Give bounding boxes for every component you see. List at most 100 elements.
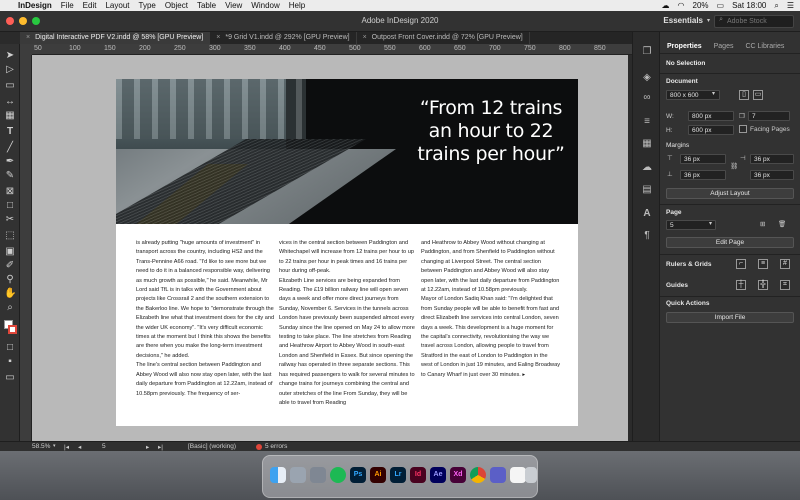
free-transform-tool-icon[interactable]: ⬚ (4, 230, 16, 242)
gap-tool-icon[interactable]: ↔ (4, 96, 16, 108)
selection-tool-icon[interactable]: ➤ (4, 50, 16, 62)
formatting-container-icon[interactable]: □ (4, 342, 16, 354)
text-column-2[interactable]: vices in the central section between Pad… (279, 239, 418, 408)
first-page-icon[interactable]: |◂ (64, 443, 69, 451)
tab-cc-libraries[interactable]: CC Libraries (738, 40, 789, 53)
menu-object[interactable]: Object (165, 1, 188, 10)
page-number-field[interactable]: 5 (102, 443, 106, 450)
photoshop-icon[interactable]: Ps (350, 467, 366, 483)
workspace-switcher[interactable]: Essentials (663, 16, 703, 25)
chrome-icon[interactable] (470, 467, 486, 483)
apply-color-icon[interactable]: ▪ (4, 356, 16, 368)
chevron-down-icon[interactable]: ▾ (709, 220, 712, 227)
tab-pages[interactable]: Pages (707, 40, 739, 53)
tab-properties[interactable]: Properties (660, 40, 707, 53)
import-file-button[interactable]: Import File (666, 312, 794, 323)
pencil-tool-icon[interactable]: ✎ (4, 170, 16, 182)
preflight-errors[interactable]: 5 errors (265, 443, 287, 450)
pages-count-field[interactable]: 7 (748, 111, 790, 121)
menu-app-name[interactable]: InDesign (18, 1, 52, 10)
indesign-icon[interactable]: Id (410, 467, 426, 483)
gradient-swatch-tool-icon[interactable]: ▣ (4, 246, 16, 258)
control-center-icon[interactable]: ☰ (787, 1, 794, 10)
tab-9-grid[interactable]: × *9 Grid V1.indd @ 292% [GPU Preview] (210, 32, 357, 44)
close-icon[interactable]: × (216, 34, 220, 41)
document-grid-icon[interactable]: # (780, 259, 790, 269)
chevron-down-icon[interactable]: ▾ (707, 17, 710, 24)
hand-tool-icon[interactable]: ✋ (4, 288, 16, 300)
links-icon[interactable]: ∞ (641, 92, 653, 104)
menu-layout[interactable]: Layout (105, 1, 129, 10)
delete-page-icon[interactable]: 🗑 (778, 220, 786, 228)
scissors-tool-icon[interactable]: ✂ (4, 214, 16, 226)
pen-tool-icon[interactable]: ✒ (4, 156, 16, 168)
margin-link-icon[interactable]: ⛓ (730, 162, 738, 170)
width-field[interactable]: 800 px (688, 111, 734, 121)
smart-guides-icon[interactable]: ⌗ (780, 280, 790, 290)
tab-outpost-front-cover[interactable]: × Outpost Front Cover.indd @ 72% [GPU Pre… (357, 32, 530, 44)
document-page[interactable]: “From 12 trains an hour to 22 trains per… (116, 79, 578, 426)
launchpad-icon[interactable] (290, 467, 306, 483)
menu-view[interactable]: View (225, 1, 242, 10)
swatches-icon[interactable]: ▦ (641, 138, 653, 150)
lightroom-icon[interactable]: Lr (390, 467, 406, 483)
xd-icon[interactable]: Xd (450, 467, 466, 483)
screen-mode-icon[interactable]: ▭ (4, 372, 16, 384)
preflight-profile[interactable]: [Basic] (working) (188, 443, 236, 450)
note-tool-icon[interactable]: ✐ (4, 260, 16, 272)
text-column-3[interactable]: and Heathrow to Abbey Wood without chang… (421, 239, 560, 380)
cc-libraries-icon[interactable]: ☁ (641, 162, 653, 174)
pages-icon[interactable]: ❐ (641, 46, 653, 58)
fill-stroke-icon[interactable] (4, 320, 17, 336)
ruler-toggle-icon[interactable]: ⌐ (736, 259, 746, 269)
notes-icon[interactable] (510, 467, 526, 483)
edit-page-button[interactable]: Edit Page (666, 237, 794, 248)
landscape-orientation-icon[interactable]: ▭ (753, 90, 763, 100)
vertical-ruler[interactable] (20, 55, 32, 441)
menu-help[interactable]: Help (289, 1, 305, 10)
text-column-1[interactable]: is already putting "huge amounts of inve… (136, 239, 275, 399)
character-styles-icon[interactable]: A (641, 208, 653, 220)
teams-icon[interactable] (490, 467, 506, 483)
after-effects-icon[interactable]: Ae (430, 467, 446, 483)
tab-digital-interactive-pdf[interactable]: × Digital Interactive PDF V2.indd @ 58% [… (20, 32, 211, 44)
facing-pages-checkbox[interactable] (739, 125, 747, 133)
text-wrap-icon[interactable]: ▤ (641, 184, 653, 196)
lock-guides-icon[interactable]: ╬ (758, 280, 768, 290)
last-page-icon[interactable]: ▸| (158, 443, 163, 451)
direct-selection-tool-icon[interactable]: ▷ (4, 64, 16, 76)
type-tool-icon[interactable]: T (4, 126, 16, 138)
menu-file[interactable]: File (61, 1, 74, 10)
pasteboard[interactable]: “From 12 trains an hour to 22 trains per… (32, 55, 628, 441)
show-guides-icon[interactable]: ┼ (736, 280, 746, 290)
close-icon[interactable]: × (363, 34, 367, 41)
spotify-icon[interactable] (330, 467, 346, 483)
page-tool-icon[interactable]: ▭ (4, 80, 16, 92)
horizontal-ruler[interactable]: 50 100 150 200 250 300 350 400 450 500 5… (32, 44, 632, 55)
illustrator-icon[interactable]: Ai (370, 467, 386, 483)
paragraph-styles-icon[interactable]: ¶ (641, 230, 653, 242)
next-page-icon[interactable]: ▸ (146, 443, 149, 451)
margin-right-field[interactable]: 36 px (750, 170, 794, 180)
rectangle-frame-tool-icon[interactable]: ⊠ (4, 186, 16, 198)
clock[interactable]: Sat 18:00 (732, 1, 766, 10)
eyedropper-tool-icon[interactable]: ⚲ (4, 274, 16, 286)
margin-top-field[interactable]: 36 px (680, 154, 726, 164)
portrait-orientation-icon[interactable]: ▯ (739, 90, 749, 100)
margin-bottom-field[interactable]: 36 px (680, 170, 726, 180)
trash-icon[interactable] (525, 467, 537, 483)
rectangle-tool-icon[interactable]: □ (4, 200, 16, 212)
menu-type[interactable]: Type (139, 1, 156, 10)
close-icon[interactable]: × (26, 34, 30, 41)
menu-table[interactable]: Table (197, 1, 216, 10)
adobe-stock-search[interactable]: Adobe Stock (714, 15, 794, 28)
prev-page-icon[interactable]: ◂ (78, 443, 81, 451)
stroke-icon[interactable]: ≡ (641, 116, 653, 128)
zoom-tool-icon[interactable]: ⌕ (4, 302, 16, 314)
line-tool-icon[interactable]: ╱ (4, 142, 16, 154)
layers-icon[interactable]: ◈ (641, 72, 653, 84)
content-collector-icon[interactable]: ▦ (4, 110, 16, 122)
margin-left-field[interactable]: 36 px (750, 154, 794, 164)
adjust-layout-button[interactable]: Adjust Layout (666, 188, 794, 199)
chevron-down-icon[interactable]: ▾ (712, 90, 715, 97)
